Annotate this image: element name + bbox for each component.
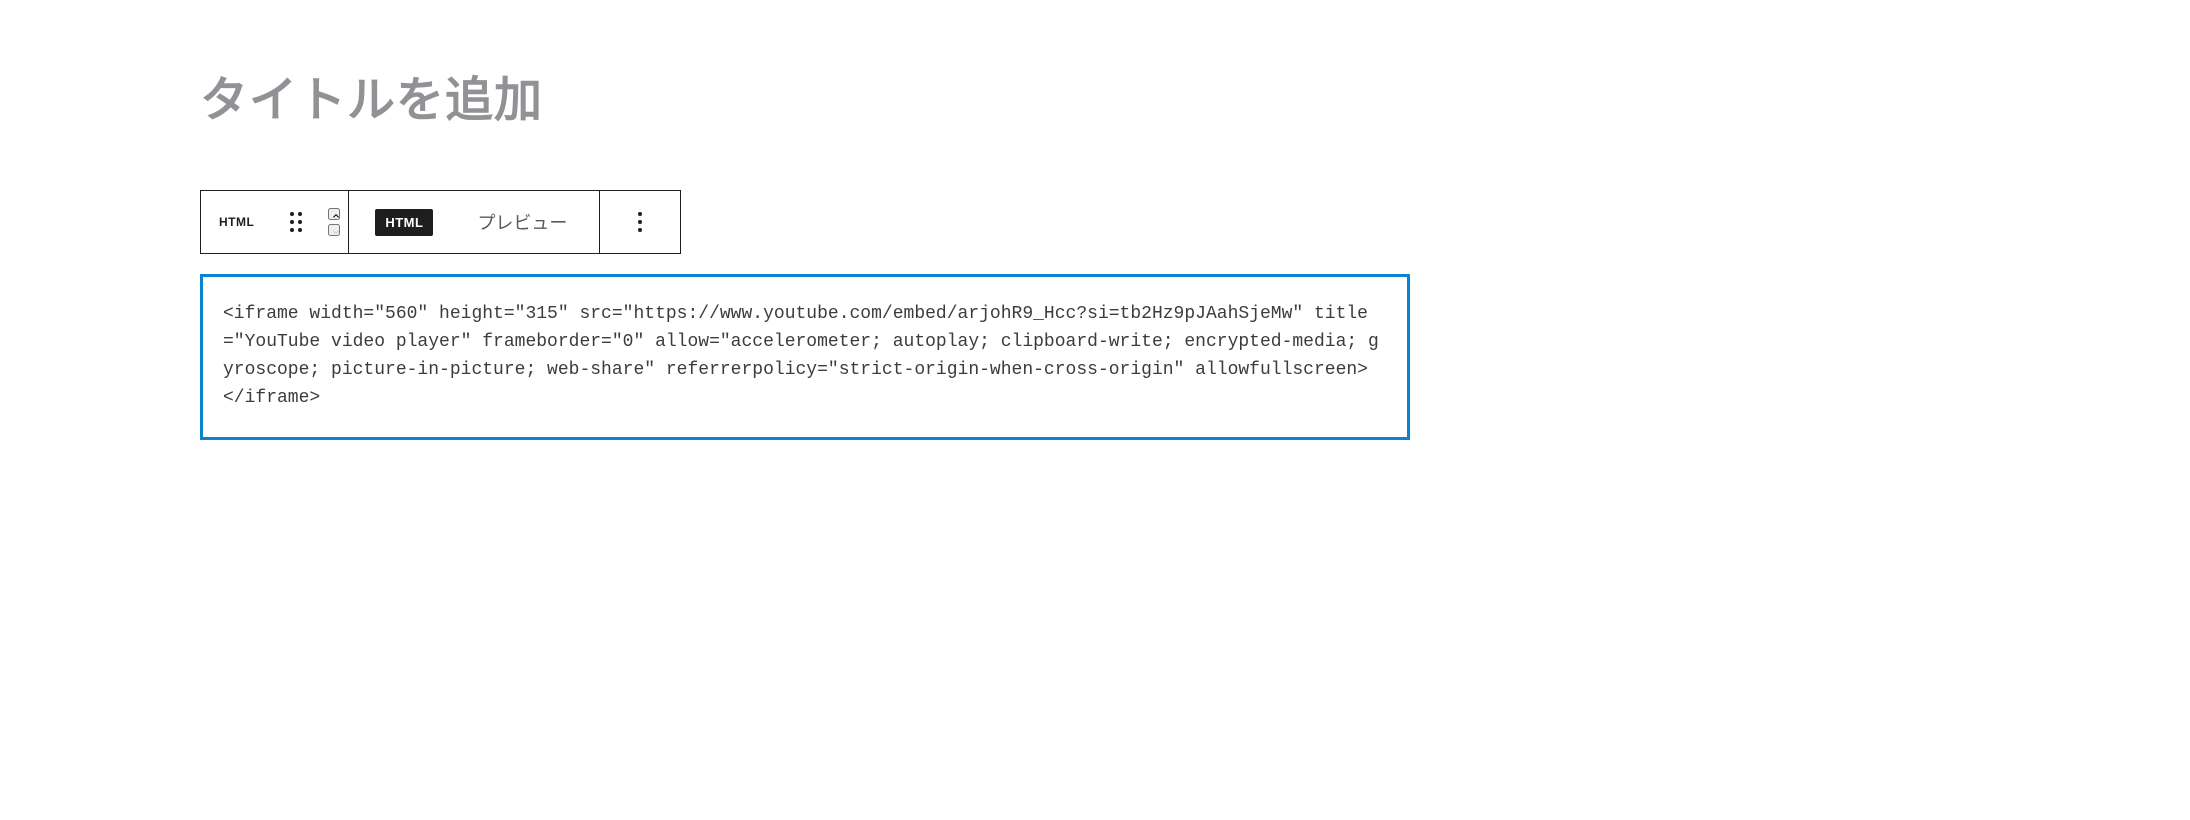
move-down-button[interactable] (328, 224, 340, 236)
chevron-up-icon (330, 210, 342, 222)
more-options-button[interactable] (600, 191, 680, 253)
drag-handle-button[interactable] (272, 191, 320, 253)
drag-handle-icon (286, 212, 306, 232)
post-title-input[interactable]: タイトルを追加 (200, 60, 1410, 130)
move-up-button[interactable] (328, 208, 340, 220)
html-mode-button[interactable]: HTML (349, 191, 453, 253)
chevron-down-icon (330, 226, 342, 238)
preview-label: プレビュー (467, 209, 585, 235)
html-badge-icon: HTML (375, 209, 433, 236)
toolbar-group-mode: HTML プレビュー (349, 191, 600, 253)
toolbar-group-block-type: HTML (201, 191, 349, 253)
html-code-input[interactable]: <iframe width="560" height="315" src="ht… (223, 301, 1387, 413)
toolbar-group-more (600, 191, 680, 253)
html-block-icon: HTML (215, 215, 258, 229)
preview-mode-button[interactable]: プレビュー (453, 191, 599, 253)
more-vertical-icon (614, 212, 666, 232)
block-mover (320, 208, 348, 236)
custom-html-block: <iframe width="560" height="315" src="ht… (200, 274, 1410, 440)
block-toolbar: HTML (200, 190, 681, 254)
editor-container: タイトルを追加 HTML (200, 60, 1410, 440)
block-type-button[interactable]: HTML (201, 191, 272, 253)
